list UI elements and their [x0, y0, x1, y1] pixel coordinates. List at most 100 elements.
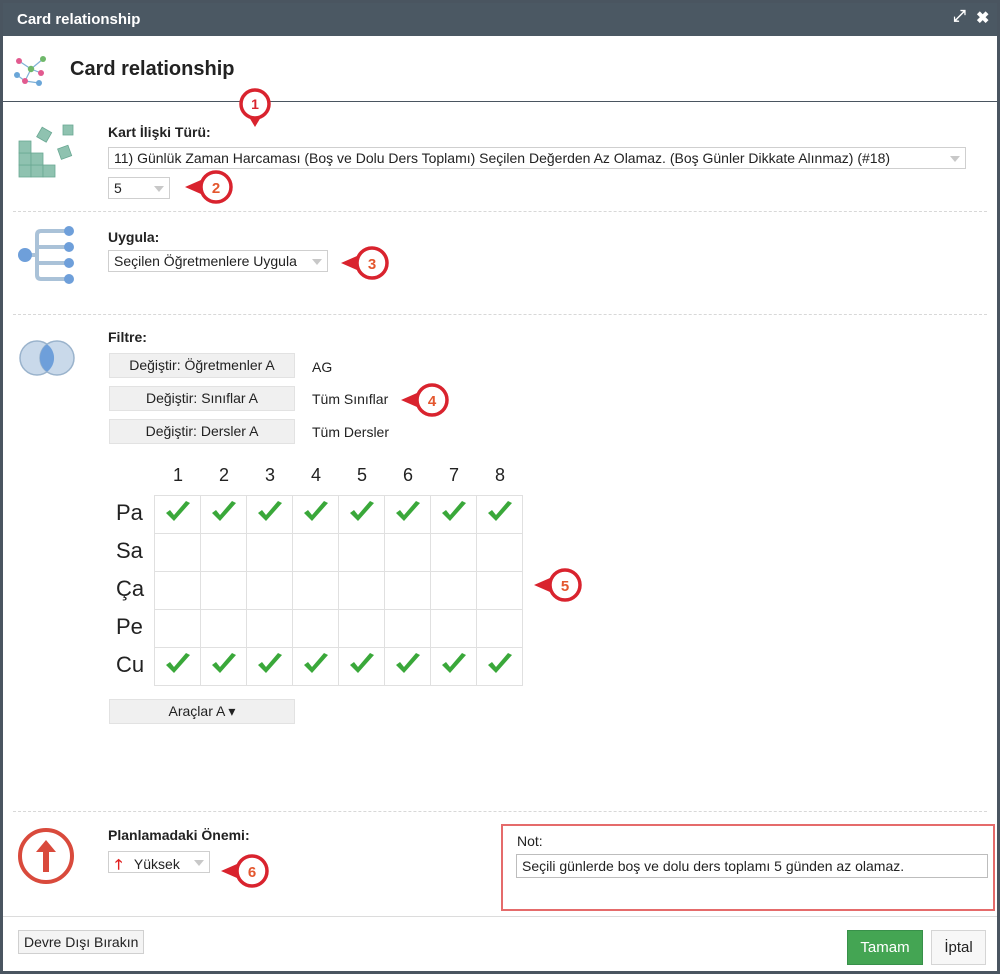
callout-badge: 1 [239, 88, 271, 127]
grid-cell[interactable] [384, 647, 431, 686]
grid-cell[interactable] [292, 571, 339, 610]
grid-column-header[interactable]: 4 [293, 465, 339, 486]
checkmark-icon [165, 653, 190, 673]
grid-cell[interactable] [338, 647, 385, 686]
grid-cell[interactable] [384, 571, 431, 610]
grid-cell[interactable] [246, 571, 293, 610]
grid-cell[interactable] [246, 533, 293, 572]
grid-cell[interactable] [430, 495, 477, 534]
footer-divider [3, 916, 997, 917]
relation-number-select[interactable]: 5 [108, 177, 170, 199]
badge-number: 1 [251, 96, 259, 112]
grid-row-header[interactable]: Ça [116, 576, 144, 602]
grid-cell[interactable] [384, 495, 431, 534]
grid-column-header[interactable]: 8 [477, 465, 523, 486]
grid-cell[interactable] [292, 495, 339, 534]
grid-cell[interactable] [154, 495, 201, 534]
tools-button[interactable]: Araçlar A ▾ [109, 699, 295, 724]
venn-diagram-icon [19, 340, 75, 376]
grid-column-header[interactable]: 6 [385, 465, 431, 486]
grid-cell[interactable] [476, 609, 523, 648]
dialog-header: Card relationship [3, 36, 997, 102]
grid-cell[interactable] [338, 571, 385, 610]
relation-type-select[interactable]: 11) Günlük Zaman Harcaması (Boş ve Dolu … [108, 147, 966, 169]
classes-filter-value: Tüm Sınıflar [312, 391, 389, 407]
grid-column-header[interactable]: 7 [431, 465, 477, 486]
note-input[interactable] [516, 854, 988, 878]
relation-number-value: 5 [114, 180, 122, 196]
badge-number: 2 [212, 180, 220, 197]
expand-icon[interactable]: ⤢ [953, 8, 966, 26]
header-title: Card relationship [70, 58, 235, 80]
note-panel: Not: [501, 824, 995, 911]
grid-cell[interactable] [292, 609, 339, 648]
checkmark-icon [441, 653, 466, 673]
grid-cell[interactable] [338, 609, 385, 648]
grid-cell[interactable] [338, 533, 385, 572]
change-teachers-button[interactable]: Değiştir: Öğretmenler A [109, 353, 295, 378]
grid-cell[interactable] [476, 495, 523, 534]
grid-cell[interactable] [292, 533, 339, 572]
badge-number: 4 [428, 393, 437, 410]
importance-value: Yüksek [133, 856, 180, 872]
grid-cell[interactable] [200, 533, 247, 572]
arrow-up-icon: 🡑 [115, 856, 123, 872]
grid-column-header[interactable]: 2 [201, 465, 247, 486]
grid-column-header[interactable]: 1 [155, 465, 201, 486]
grid-cell[interactable] [154, 571, 201, 610]
grid-row [154, 495, 523, 534]
checkmark-icon [487, 653, 512, 673]
grid-cell[interactable] [384, 609, 431, 648]
time-grid [154, 495, 523, 686]
checkmark-icon [395, 653, 420, 673]
chevron-down-icon [312, 259, 322, 265]
grid-cell[interactable] [246, 495, 293, 534]
checkmark-icon [257, 501, 282, 521]
callout-badge: 2 [185, 170, 233, 204]
ok-button[interactable]: Tamam [847, 930, 923, 965]
grid-cell[interactable] [200, 609, 247, 648]
grid-column-header[interactable]: 3 [247, 465, 293, 486]
grid-cell[interactable] [154, 533, 201, 572]
close-icon[interactable]: ✖ [976, 8, 989, 28]
checkmark-icon [349, 501, 374, 521]
grid-cell[interactable] [430, 533, 477, 572]
apply-select[interactable]: Seçilen Öğretmenlere Uygula [108, 250, 328, 272]
grid-cell[interactable] [154, 647, 201, 686]
tree-branch-icon [18, 226, 74, 284]
disable-button[interactable]: Devre Dışı Bırakın [18, 930, 145, 954]
arrow-up-circle-icon [18, 828, 74, 884]
grid-cell[interactable] [246, 609, 293, 648]
grid-cell[interactable] [476, 533, 523, 572]
title-bar[interactable]: Card relationship ⤢ ✖ [3, 3, 997, 36]
grid-cell[interactable] [246, 647, 293, 686]
grid-cell[interactable] [476, 647, 523, 686]
grid-cell[interactable] [200, 495, 247, 534]
checkmark-icon [349, 653, 374, 673]
cancel-button[interactable]: İptal [931, 930, 986, 965]
grid-row-header[interactable]: Sa [116, 538, 143, 564]
grid-cell[interactable] [430, 571, 477, 610]
grid-cell[interactable] [292, 647, 339, 686]
grid-cell[interactable] [430, 647, 477, 686]
callout-badge: 5 [534, 568, 582, 602]
importance-select[interactable]: 🡑 Yüksek [108, 851, 210, 873]
checkmark-icon [303, 653, 328, 673]
grid-row-header[interactable]: Pe [116, 614, 143, 640]
window-title: Card relationship [17, 11, 141, 28]
grid-cell[interactable] [154, 609, 201, 648]
grid-column-header[interactable]: 5 [339, 465, 385, 486]
grid-cell[interactable] [200, 647, 247, 686]
grid-cell[interactable] [384, 533, 431, 572]
checkmark-icon [487, 501, 512, 521]
grid-cell[interactable] [476, 571, 523, 610]
grid-cell[interactable] [430, 609, 477, 648]
grid-row [154, 571, 523, 610]
grid-cell[interactable] [338, 495, 385, 534]
change-classes-button[interactable]: Değiştir: Sınıflar A [109, 386, 295, 411]
grid-cell[interactable] [200, 571, 247, 610]
callout-badge: 3 [341, 246, 389, 280]
grid-row-header[interactable]: Pa [116, 500, 143, 526]
grid-row-header[interactable]: Cu [116, 652, 144, 678]
change-subjects-button[interactable]: Değiştir: Dersler A [109, 419, 295, 444]
